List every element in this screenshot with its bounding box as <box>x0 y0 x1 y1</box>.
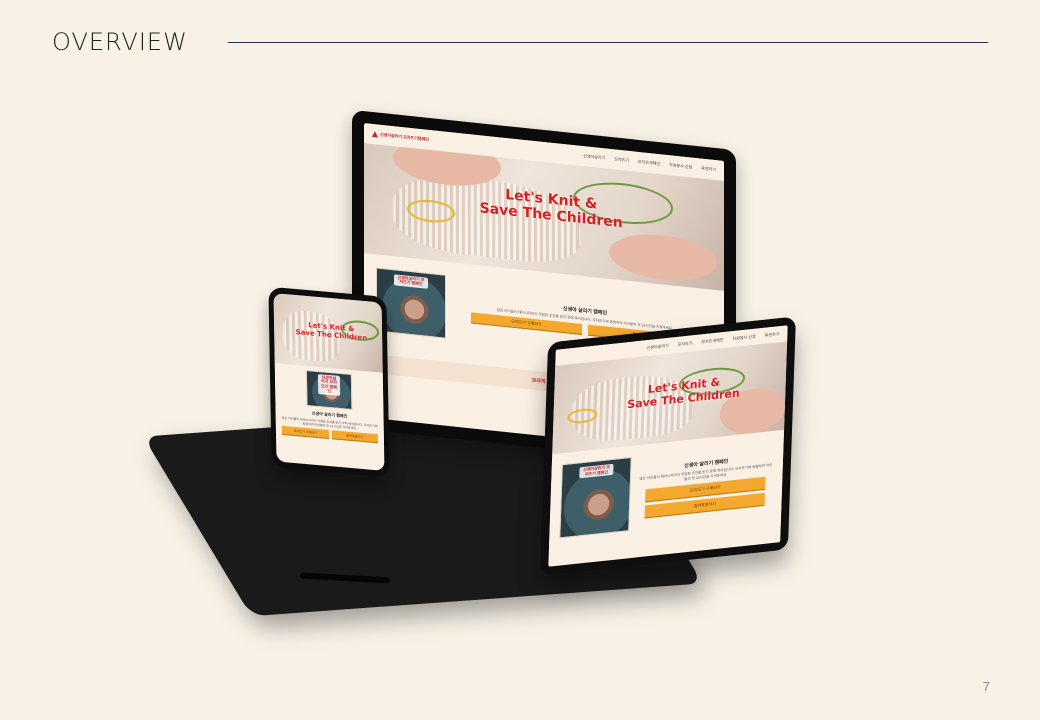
campaign-cta: 신생아 살리기 캠페인 많은 아이들이 태어나자마자 적절한 조치를 받지 못해… <box>638 453 774 519</box>
title-divider <box>228 42 988 43</box>
phone-device: Let's Knit & Save The Children 신생아살리기 모자… <box>268 286 390 478</box>
logo-text: 신생아살리기 모자뜨기캠페인 <box>380 131 429 142</box>
nav-item-3[interactable]: 모자뜨게해인 <box>701 337 723 345</box>
campaign-cta: 신생아 살리기 캠페인 많은 아이들이 태어나자마자 적절한 조치를 받지 못해… <box>275 403 384 448</box>
tablet-screen: 신생아살리기 모자뜨기 모자뜨게해인 자원봉사 신청 후원하기 Let's Kn… <box>548 325 788 567</box>
page-number: 7 <box>982 679 990 694</box>
hand-image <box>608 229 717 285</box>
campaign-section: 신생아살리기 모자뜨기 캠페인 신생아 살리기 캠페인 많은 아이들이 태어나자… <box>274 363 385 448</box>
tablet-device: 신생아살리기 모자뜨기 모자뜨게해인 자원봉사 신청 후원하기 Let's Kn… <box>540 316 796 576</box>
hero-banner: Let's Knit & Save The Children <box>273 293 383 373</box>
slide-title: OVERVIEW <box>52 28 188 56</box>
nav-item-1[interactable]: 신생아살리기 <box>647 343 669 351</box>
phone-screen: Let's Knit & Save The Children 신생아살리기 모자… <box>273 293 385 471</box>
site-logo[interactable]: 신생아살리기 모자뜨기캠페인 <box>372 130 429 143</box>
photo-logo: 신생아살리기 모자뜨기 캠페인 <box>394 273 428 289</box>
nav-item-3[interactable]: 모자뜨게해인 <box>638 159 660 167</box>
donate-button[interactable]: 참여후원하기 <box>331 430 378 444</box>
logo-icon <box>372 130 378 138</box>
nav-item-5[interactable]: 후원하기 <box>701 166 716 174</box>
photo-logo: 신생아살리기 모자뜨기 캠페인 <box>579 464 614 479</box>
nav-item-4[interactable]: 자원봉사 신청 <box>732 334 755 342</box>
buy-button[interactable]: 모자뜨기 구매하기 <box>281 425 329 440</box>
nav-item-4[interactable]: 자원봉사 신청 <box>669 162 692 170</box>
nav-item-2[interactable]: 모자뜨기 <box>678 340 693 348</box>
nav-item-1[interactable]: 신생아살리기 <box>583 153 605 161</box>
nav-item-5[interactable]: 후원하기 <box>765 331 780 339</box>
newborn-photo: 신생아살리기 모자뜨기 캠페인 <box>559 456 632 539</box>
nav-item-2[interactable]: 모자뜨기 <box>614 156 629 164</box>
photo-logo: 신생아살리기 모자뜨기 캠페인 <box>317 374 341 396</box>
newborn-photo: 신생아살리기 모자뜨기 캠페인 <box>305 369 353 411</box>
